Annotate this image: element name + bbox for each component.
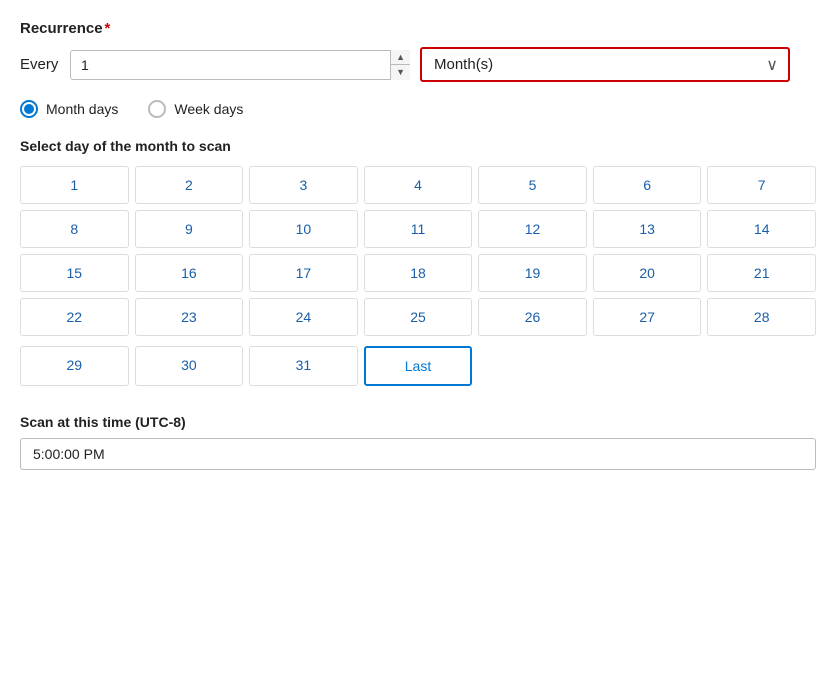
- every-input-wrapper: ▲ ▼: [70, 50, 410, 80]
- last-row: 293031Last: [20, 346, 816, 386]
- day-cell-6[interactable]: 6: [593, 166, 702, 204]
- recurrence-section: Recurrence* Every ▲ ▼ Month(s) Day(s) We…: [20, 20, 816, 470]
- day-cell-5[interactable]: 5: [478, 166, 587, 204]
- week-days-label: Week days: [174, 101, 243, 117]
- day-cell-28[interactable]: 28: [707, 298, 816, 336]
- month-days-radio-circle: [20, 100, 38, 118]
- day-cell-25[interactable]: 25: [364, 298, 473, 336]
- day-cell-9[interactable]: 9: [135, 210, 244, 248]
- spinner-up-button[interactable]: ▲: [391, 50, 410, 66]
- day-cell-11[interactable]: 11: [364, 210, 473, 248]
- select-day-label: Select day of the month to scan: [20, 138, 816, 154]
- day-cell-27[interactable]: 27: [593, 298, 702, 336]
- period-select[interactable]: Month(s) Day(s) Week(s) Year(s): [420, 47, 790, 82]
- day-cell-23[interactable]: 23: [135, 298, 244, 336]
- day-cell-31[interactable]: 31: [249, 346, 358, 386]
- every-input[interactable]: [70, 50, 410, 80]
- day-cell-18[interactable]: 18: [364, 254, 473, 292]
- day-cell-16[interactable]: 16: [135, 254, 244, 292]
- week-days-radio-circle: [148, 100, 166, 118]
- scan-time-label: Scan at this time (UTC-8): [20, 414, 816, 430]
- scan-time-input[interactable]: [20, 438, 816, 470]
- spinner-down-button[interactable]: ▼: [391, 65, 410, 80]
- day-cell-8[interactable]: 8: [20, 210, 129, 248]
- day-cell-2[interactable]: 2: [135, 166, 244, 204]
- day-cell-3[interactable]: 3: [249, 166, 358, 204]
- day-cell-13[interactable]: 13: [593, 210, 702, 248]
- day-cell-10[interactable]: 10: [249, 210, 358, 248]
- week-days-radio[interactable]: Week days: [148, 100, 243, 118]
- day-cell-17[interactable]: 17: [249, 254, 358, 292]
- days-grid: 1234567891011121314151617181920212223242…: [20, 166, 816, 336]
- day-cell-1[interactable]: 1: [20, 166, 129, 204]
- day-cell-26[interactable]: 26: [478, 298, 587, 336]
- day-cell-22[interactable]: 22: [20, 298, 129, 336]
- day-cell-21[interactable]: 21: [707, 254, 816, 292]
- day-cell-4[interactable]: 4: [364, 166, 473, 204]
- day-cell-last[interactable]: Last: [364, 346, 473, 386]
- day-cell-20[interactable]: 20: [593, 254, 702, 292]
- spinner-up-icon: ▲: [396, 52, 405, 62]
- spinner-buttons: ▲ ▼: [390, 50, 410, 80]
- every-label: Every: [20, 56, 60, 73]
- day-cell-7[interactable]: 7: [707, 166, 816, 204]
- scan-time-section: Scan at this time (UTC-8): [20, 414, 816, 470]
- day-cell-15[interactable]: 15: [20, 254, 129, 292]
- period-select-wrapper: Month(s) Day(s) Week(s) Year(s) ∨: [420, 47, 790, 82]
- recurrence-title: Recurrence*: [20, 20, 816, 37]
- every-row: Every ▲ ▼ Month(s) Day(s) Week(s) Year(s…: [20, 47, 816, 82]
- day-cell-29[interactable]: 29: [20, 346, 129, 386]
- day-cell-30[interactable]: 30: [135, 346, 244, 386]
- month-days-label: Month days: [46, 101, 118, 117]
- day-cell-12[interactable]: 12: [478, 210, 587, 248]
- day-cell-14[interactable]: 14: [707, 210, 816, 248]
- spinner-down-icon: ▼: [396, 67, 405, 77]
- radio-row: Month days Week days: [20, 100, 816, 118]
- day-cell-19[interactable]: 19: [478, 254, 587, 292]
- day-cell-24[interactable]: 24: [249, 298, 358, 336]
- month-days-radio[interactable]: Month days: [20, 100, 118, 118]
